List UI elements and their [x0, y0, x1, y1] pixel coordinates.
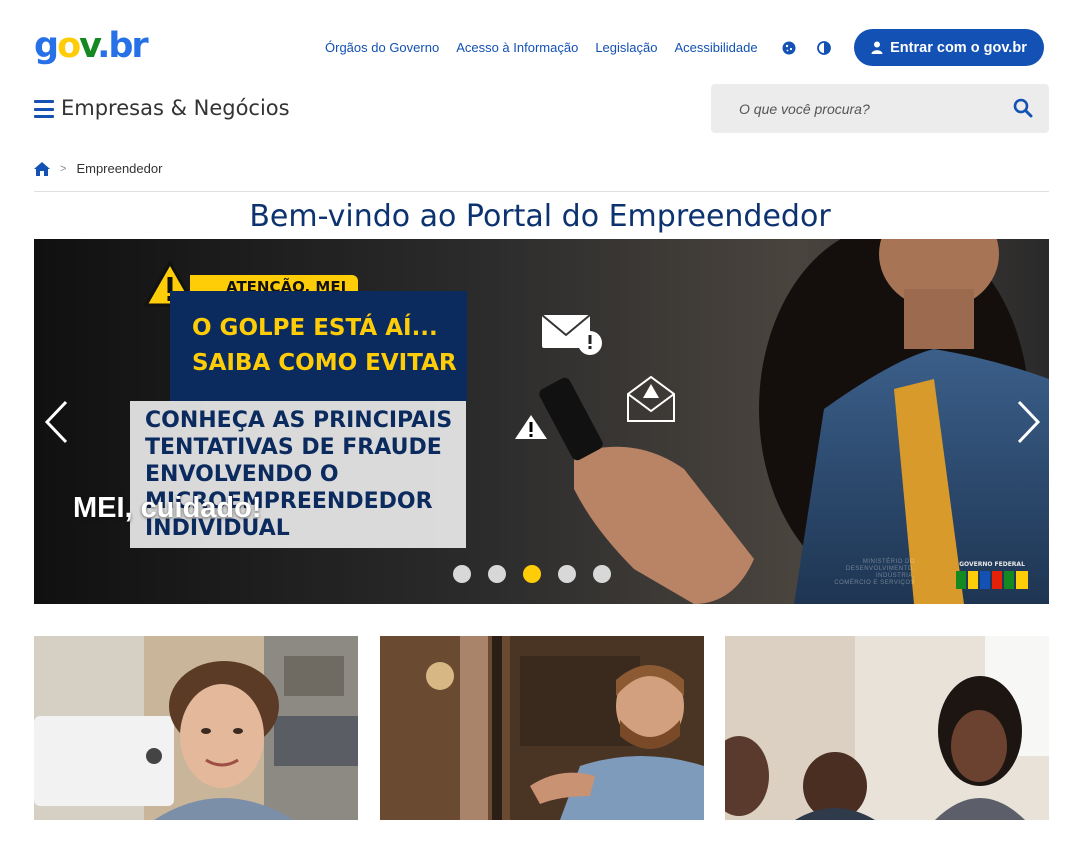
- logo-dot: .: [97, 26, 110, 66]
- nav-legislacao[interactable]: Legislação: [595, 40, 657, 55]
- carousel-dot[interactable]: [488, 565, 506, 583]
- hero-carousel[interactable]: ATENÇÃO, MEI O GOLPE ESTÁ AÍ... SAIBA CO…: [34, 239, 1049, 604]
- chevron-left-icon: [44, 400, 68, 444]
- carousel-dot[interactable]: [523, 565, 541, 583]
- search-button[interactable]: [1013, 98, 1033, 118]
- carousel-dot[interactable]: [453, 565, 471, 583]
- card-people-at-meeting[interactable]: [725, 636, 1049, 820]
- flag-text: GOVERNO FEDERAL: [959, 561, 1025, 568]
- login-button-label: Entrar com o gov.br: [890, 39, 1027, 56]
- carousel-indicators: [453, 565, 611, 583]
- carousel-dot[interactable]: [558, 565, 576, 583]
- ministry-line-1: MINISTÉRIO DO: [862, 559, 915, 565]
- governo-federal-logo: GOVERNO FEDERAL: [956, 561, 1028, 589]
- nav-orgaos-do-governo[interactable]: Órgãos do Governo: [325, 40, 439, 55]
- card-image: [34, 636, 358, 820]
- logo-letters-br: br: [108, 26, 148, 66]
- info-line-2: TENTATIVAS DE FRAUDE: [145, 435, 442, 460]
- login-button[interactable]: Entrar com o gov.br: [854, 29, 1044, 66]
- notice-headline: O GOLPE ESTÁ AÍ... SAIBA COMO EVITAR: [170, 291, 467, 401]
- logo-letter-v: v: [79, 26, 99, 66]
- magnifier-icon: [1013, 98, 1033, 118]
- info-line-3: ENVOLVENDO O: [145, 462, 339, 487]
- user-icon: [871, 41, 883, 54]
- notice-info: CONHEÇA AS PRINCIPAIS TENTATIVAS DE FRAU…: [130, 401, 466, 548]
- search-bar: [711, 84, 1049, 133]
- headline-line-2: SAIBA COMO EVITAR: [192, 350, 457, 376]
- site-title[interactable]: Empresas & Negócios: [61, 96, 290, 120]
- info-line-1: CONHEÇA AS PRINCIPAIS: [145, 408, 453, 433]
- breadcrumb-separator: >: [60, 162, 67, 175]
- breadcrumb: > Empreendedor: [34, 161, 162, 176]
- search-input[interactable]: [711, 84, 1001, 133]
- govbr-logo[interactable]: gov.br: [34, 26, 149, 66]
- card-image: [725, 636, 1049, 820]
- nav-acesso-a-informacao[interactable]: Acesso à Informação: [456, 40, 578, 55]
- cookie-icon[interactable]: [779, 38, 799, 58]
- chevron-right-icon: [1017, 400, 1041, 444]
- top-navigation: Órgãos do Governo Acesso à Informação Le…: [325, 40, 758, 55]
- carousel-dot[interactable]: [593, 565, 611, 583]
- carousel-prev-button[interactable]: [42, 399, 72, 445]
- carousel-next-button[interactable]: [1013, 399, 1043, 445]
- nav-acessibilidade[interactable]: Acessibilidade: [674, 40, 757, 55]
- page-title: Bem-vindo ao Portal do Empreendedor: [249, 199, 831, 234]
- hamburger-menu-icon[interactable]: [34, 100, 54, 118]
- ministry-line-2: DESENVOLVIMENTO, INDÚSTRIA,: [845, 566, 915, 579]
- logo-letter-g: g: [34, 26, 59, 66]
- slide-caption[interactable]: MEI, cuidado!: [73, 492, 262, 525]
- contrast-icon[interactable]: [814, 38, 834, 58]
- home-icon[interactable]: [34, 161, 50, 176]
- headline-line-1: O GOLPE ESTÁ AÍ...: [192, 315, 438, 341]
- header-divider: [34, 191, 1049, 192]
- ministry-line-3: COMÉRCIO E SERVIÇOS: [834, 580, 915, 586]
- logo-letter-o: o: [57, 26, 81, 66]
- card-woman-at-sewing-machine[interactable]: [34, 636, 358, 820]
- ministry-logo: MINISTÉRIO DO DESENVOLVIMENTO, INDÚSTRIA…: [830, 559, 915, 587]
- card-image: [380, 636, 704, 820]
- card-man-in-workshop[interactable]: [380, 636, 704, 820]
- breadcrumb-current: Empreendedor: [76, 161, 163, 176]
